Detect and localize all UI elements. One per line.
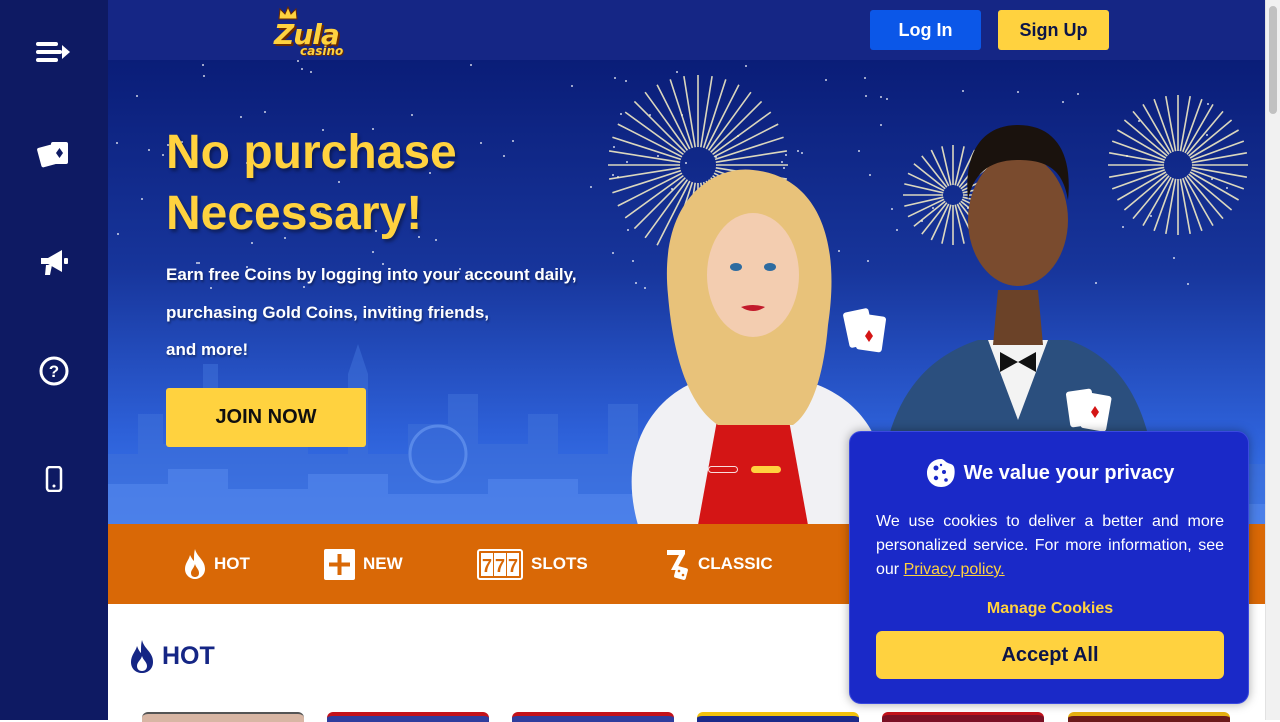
star [1187, 283, 1189, 285]
star [240, 116, 242, 118]
signup-button[interactable]: Sign Up [998, 10, 1109, 50]
star [864, 77, 866, 79]
star [162, 154, 164, 156]
category-new-label: NEW [363, 554, 403, 573]
hero-headline: No purchase Necessary! [166, 122, 686, 244]
cookie-title: We value your privacy [963, 461, 1175, 484]
promotions-button[interactable] [34, 242, 74, 282]
star [858, 150, 860, 152]
page-scrollbar[interactable] [1265, 0, 1280, 720]
star [136, 95, 138, 97]
star [301, 68, 303, 70]
cookie-description: We use cookies to deliver a better and m… [876, 510, 1224, 582]
cookie-header: We value your privacy [850, 458, 1250, 488]
svg-text:7: 7 [495, 556, 505, 576]
category-classic-label: CLASSIC [698, 554, 773, 573]
category-hot-label: HOT [214, 554, 250, 573]
menu-icon [36, 42, 70, 62]
help-button[interactable]: ? [34, 351, 74, 391]
manage-cookies-button[interactable]: Manage Cookies [850, 600, 1250, 618]
help-icon: ? [39, 356, 69, 386]
star [141, 198, 143, 200]
star [372, 251, 374, 253]
seven-dice-icon [667, 550, 688, 580]
mobile-app-button[interactable] [34, 459, 74, 499]
game-thumbnail[interactable] [512, 712, 674, 722]
category-new[interactable]: NEW [324, 546, 403, 582]
plus-box-icon [324, 548, 355, 580]
slide-dot-1[interactable] [708, 466, 738, 473]
hero-headline-line2: Necessary! [166, 187, 423, 240]
hero-headline-line1: No purchase [166, 126, 457, 179]
hot-section-title: HOT [130, 638, 215, 674]
game-thumbnail[interactable] [697, 712, 859, 722]
star [745, 65, 747, 67]
flame-icon [185, 549, 205, 579]
svg-text:7: 7 [508, 556, 518, 576]
star [1173, 257, 1175, 259]
star [801, 152, 803, 154]
star [310, 71, 312, 73]
sidebar: ? [0, 0, 108, 720]
star [865, 95, 867, 97]
flame-outline-icon [131, 640, 153, 673]
cookie-consent-panel: We value your privacy We use cookies to … [849, 431, 1249, 704]
game-thumbnail[interactable] [882, 712, 1044, 722]
cards-icon [37, 142, 68, 168]
star [297, 60, 299, 62]
hot-section-label: HOT [162, 641, 215, 670]
category-classic[interactable]: CLASSIC [664, 546, 773, 582]
logo-subtext: casino [300, 44, 344, 58]
star [470, 64, 472, 66]
game-thumbnail[interactable] [1068, 712, 1230, 722]
cookie-icon [926, 459, 955, 487]
star [203, 75, 205, 77]
star [571, 85, 573, 87]
star [116, 142, 118, 144]
zula-casino-logo[interactable]: Zula casino [274, 6, 358, 58]
star [117, 233, 119, 235]
top-header: Zula casino Log In Sign Up [108, 0, 1265, 60]
slide-dot-2-active[interactable] [751, 466, 781, 473]
accept-all-button[interactable]: Accept All [876, 631, 1224, 679]
megaphone-icon [41, 250, 68, 275]
games-button[interactable] [34, 134, 74, 174]
hero-description: Earn free Coins by logging into your acc… [166, 256, 646, 369]
hero-description-line2: purchasing Gold Coins, inviting friends, [166, 302, 490, 322]
hero-description-line3: and more! [166, 340, 249, 359]
menu-button[interactable] [34, 32, 74, 72]
star [264, 111, 266, 113]
hero-description-line1: Earn free Coins by logging into your acc… [166, 265, 577, 284]
category-slots[interactable]: 7 7 7 SLOTS [477, 546, 588, 582]
category-slots-label: SLOTS [531, 554, 588, 573]
mobile-icon [45, 466, 63, 492]
star [202, 64, 204, 66]
star [148, 149, 150, 151]
slots-777-icon: 7 7 7 [477, 548, 523, 580]
category-hot[interactable]: HOT [184, 546, 250, 582]
svg-text:?: ? [49, 362, 59, 381]
svg-text:7: 7 [482, 556, 492, 576]
game-thumbnail[interactable] [327, 712, 489, 722]
login-button[interactable]: Log In [870, 10, 981, 50]
star [411, 114, 413, 116]
game-thumbnail[interactable] [142, 712, 304, 722]
scrollbar-thumb[interactable] [1269, 6, 1277, 114]
join-now-button[interactable]: JOIN NOW [166, 388, 366, 447]
star [797, 150, 799, 152]
privacy-policy-link[interactable]: Privacy policy. [904, 561, 1005, 578]
star [825, 79, 827, 81]
